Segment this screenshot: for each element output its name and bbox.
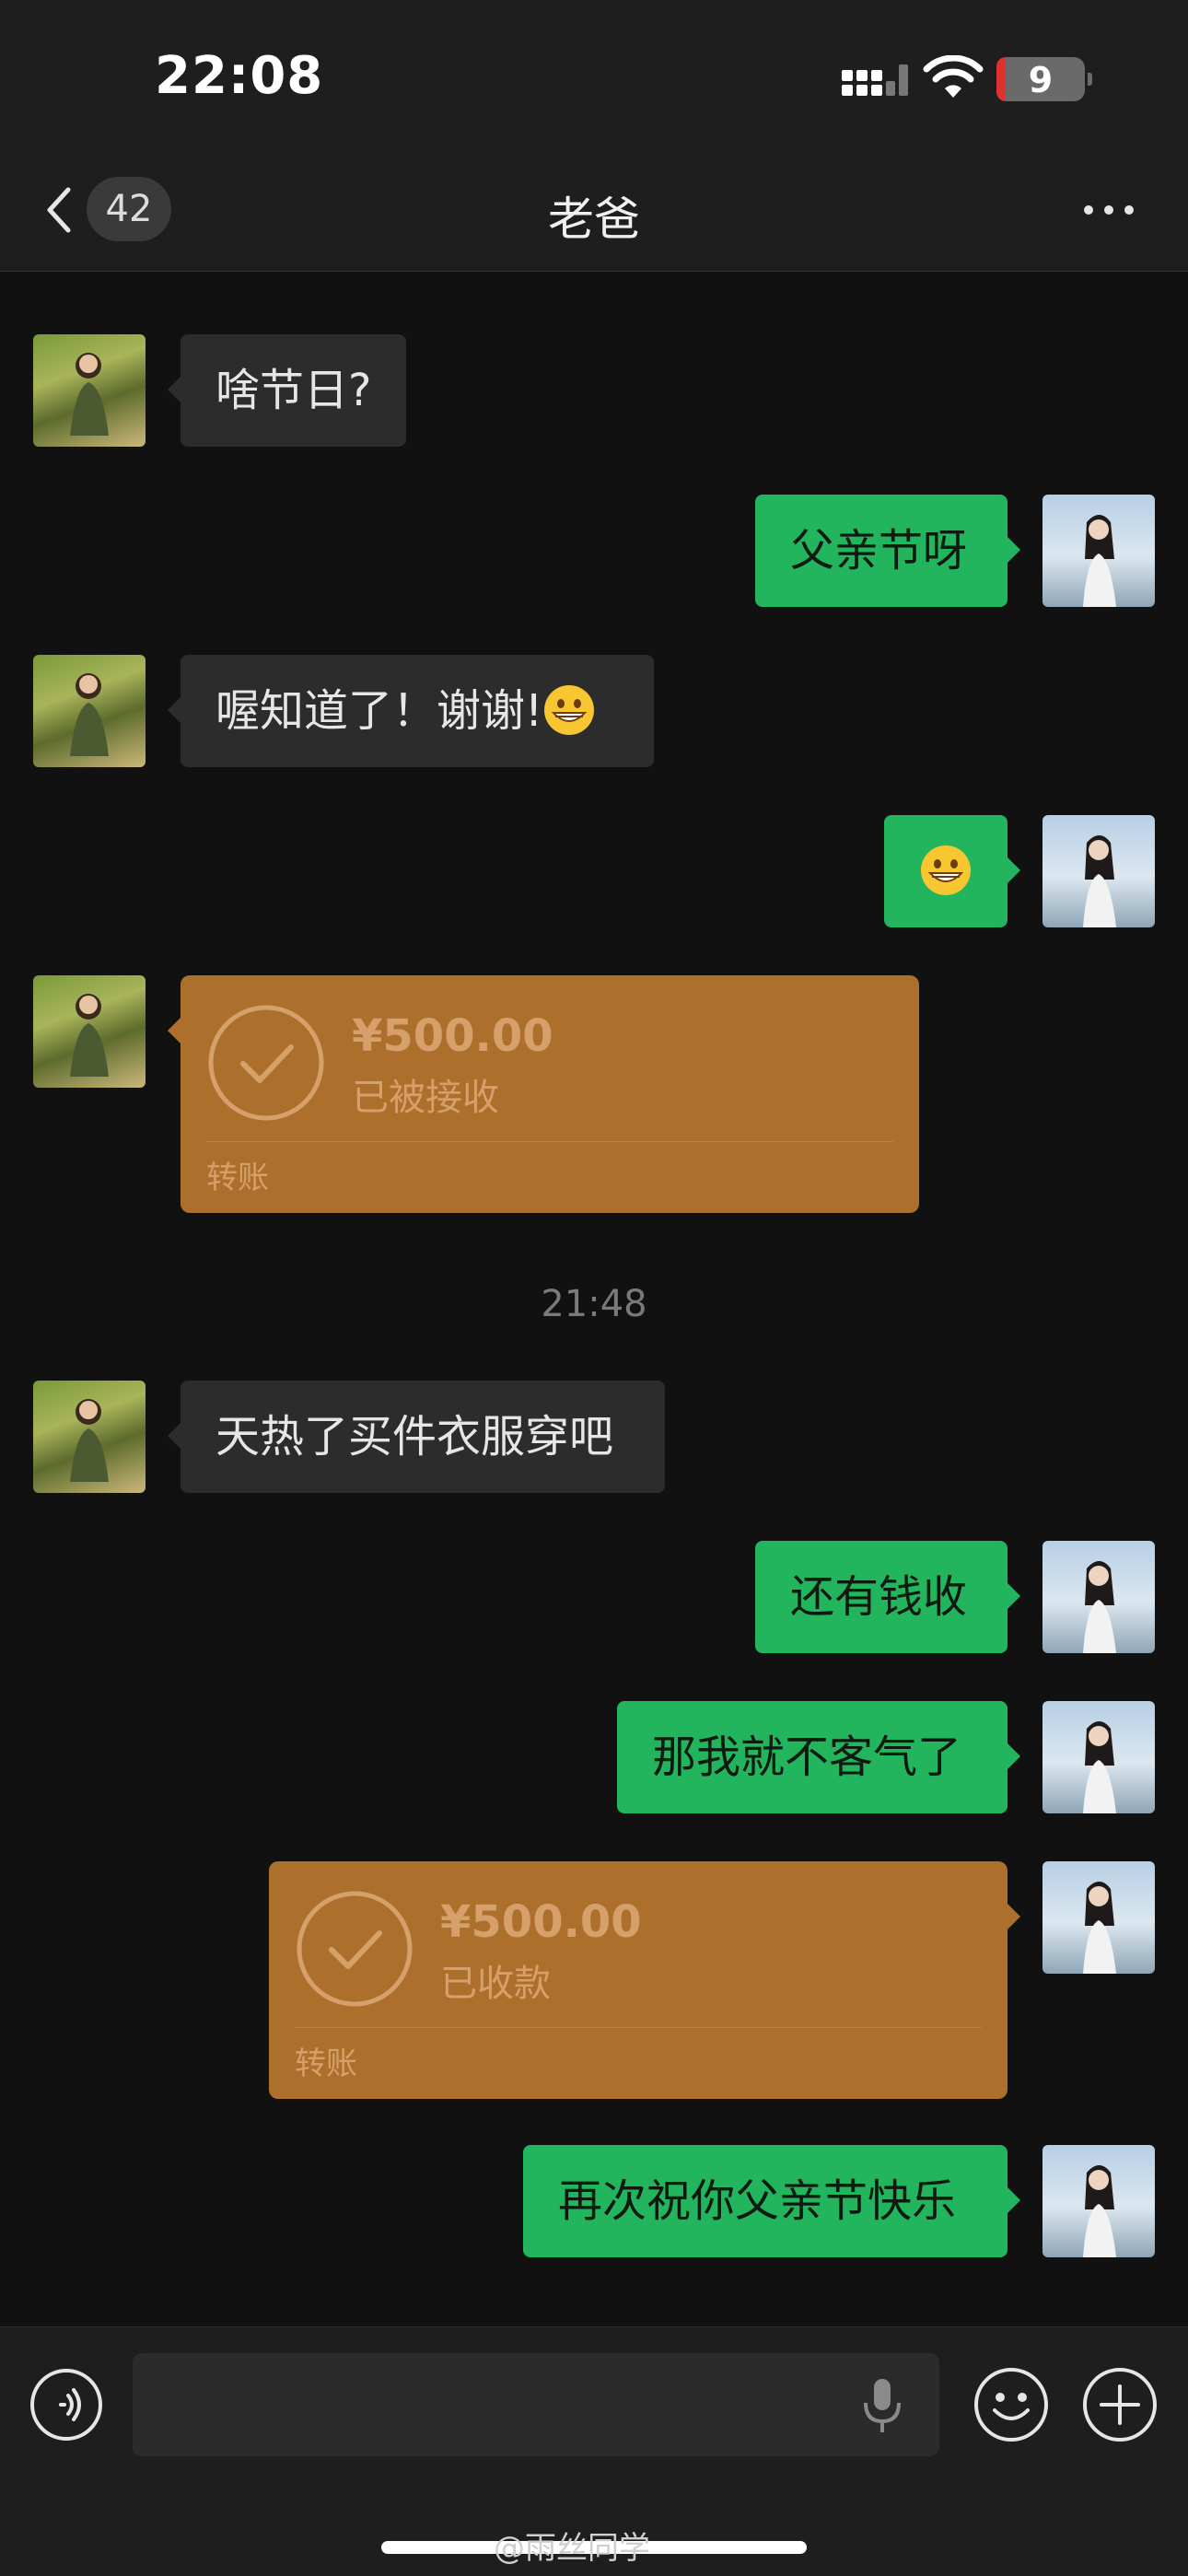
battery-level: 9 xyxy=(1028,60,1054,100)
emoji-picker-icon[interactable] xyxy=(973,2366,1050,2443)
microphone-icon[interactable] xyxy=(855,2373,910,2438)
status-bar: 22:08 9 xyxy=(0,0,1188,157)
transfer-card[interactable]: ¥500.00 已被接收 转账 xyxy=(168,975,919,1213)
input-bar: @雨丝同学 xyxy=(0,2326,1188,2576)
message-bubble-sent[interactable]: 那我就不客气了 xyxy=(617,1701,1020,1813)
voice-input-icon[interactable] xyxy=(29,2368,103,2442)
grinning-face-emoji-icon xyxy=(921,845,971,895)
chat-header: 42 老爸 xyxy=(0,157,1188,272)
my-avatar[interactable] xyxy=(1042,495,1155,607)
transfer-amount: ¥500.00 xyxy=(440,1896,642,1948)
watermark: @雨丝同学 xyxy=(494,2530,650,2567)
my-avatar[interactable] xyxy=(1042,1861,1155,1974)
transfer-amount: ¥500.00 xyxy=(352,1010,553,1062)
grinning-face-emoji-icon xyxy=(544,685,595,735)
message-bubble-sent[interactable]: 父亲节呀 xyxy=(755,495,1020,607)
transfer-status: 已被接收 xyxy=(352,1077,499,1119)
more-options-icon[interactable] xyxy=(1081,203,1136,217)
my-avatar[interactable] xyxy=(1042,2145,1155,2257)
my-avatar[interactable] xyxy=(1042,815,1155,927)
my-avatar[interactable] xyxy=(1042,1701,1155,1813)
message-bubble-received[interactable]: 啥节日? xyxy=(167,334,407,447)
check-circle-icon xyxy=(297,1891,413,2007)
dad-avatar[interactable] xyxy=(33,655,146,767)
dad-avatar[interactable] xyxy=(33,334,146,447)
dad-avatar[interactable] xyxy=(33,975,146,1088)
status-time: 22:08 xyxy=(155,46,324,106)
cellular-signal-icon xyxy=(842,64,908,96)
transfer-label: 转账 xyxy=(206,1160,269,1196)
transfer-card[interactable]: ¥500.00 已收款 转账 xyxy=(269,1861,1020,2099)
message-input[interactable] xyxy=(133,2353,939,2456)
chat-timestamp: 21:48 xyxy=(541,1283,647,1325)
transfer-status: 已收款 xyxy=(440,1963,551,2005)
my-avatar[interactable] xyxy=(1042,1541,1155,1653)
message-bubble-sent[interactable] xyxy=(884,815,1020,927)
message-bubble-received[interactable]: 喔知道了！谢谢! xyxy=(168,655,654,767)
message-bubble-sent[interactable]: 再次祝你父亲节快乐 xyxy=(523,2145,1020,2257)
dad-avatar[interactable] xyxy=(33,1381,146,1493)
message-list[interactable]: 啥节日? 父亲节呀 喔知道了！谢谢! ¥500.00 已被接收 转账 21:48… xyxy=(0,272,1188,2325)
message-bubble-received[interactable]: 天热了买件衣服穿吧 xyxy=(168,1381,665,1493)
wifi-icon xyxy=(923,55,984,98)
message-text: 喔知道了！谢谢! xyxy=(215,685,543,737)
battery-icon: 9 xyxy=(996,57,1092,101)
chat-title: 老爸 xyxy=(548,192,640,246)
transfer-divider xyxy=(206,1141,893,1142)
transfer-label: 转账 xyxy=(295,2046,357,2082)
message-bubble-sent[interactable]: 还有钱收 xyxy=(755,1541,1020,1653)
add-attachment-icon[interactable] xyxy=(1081,2366,1159,2443)
check-circle-icon xyxy=(208,1005,324,1121)
transfer-divider xyxy=(295,2027,982,2028)
